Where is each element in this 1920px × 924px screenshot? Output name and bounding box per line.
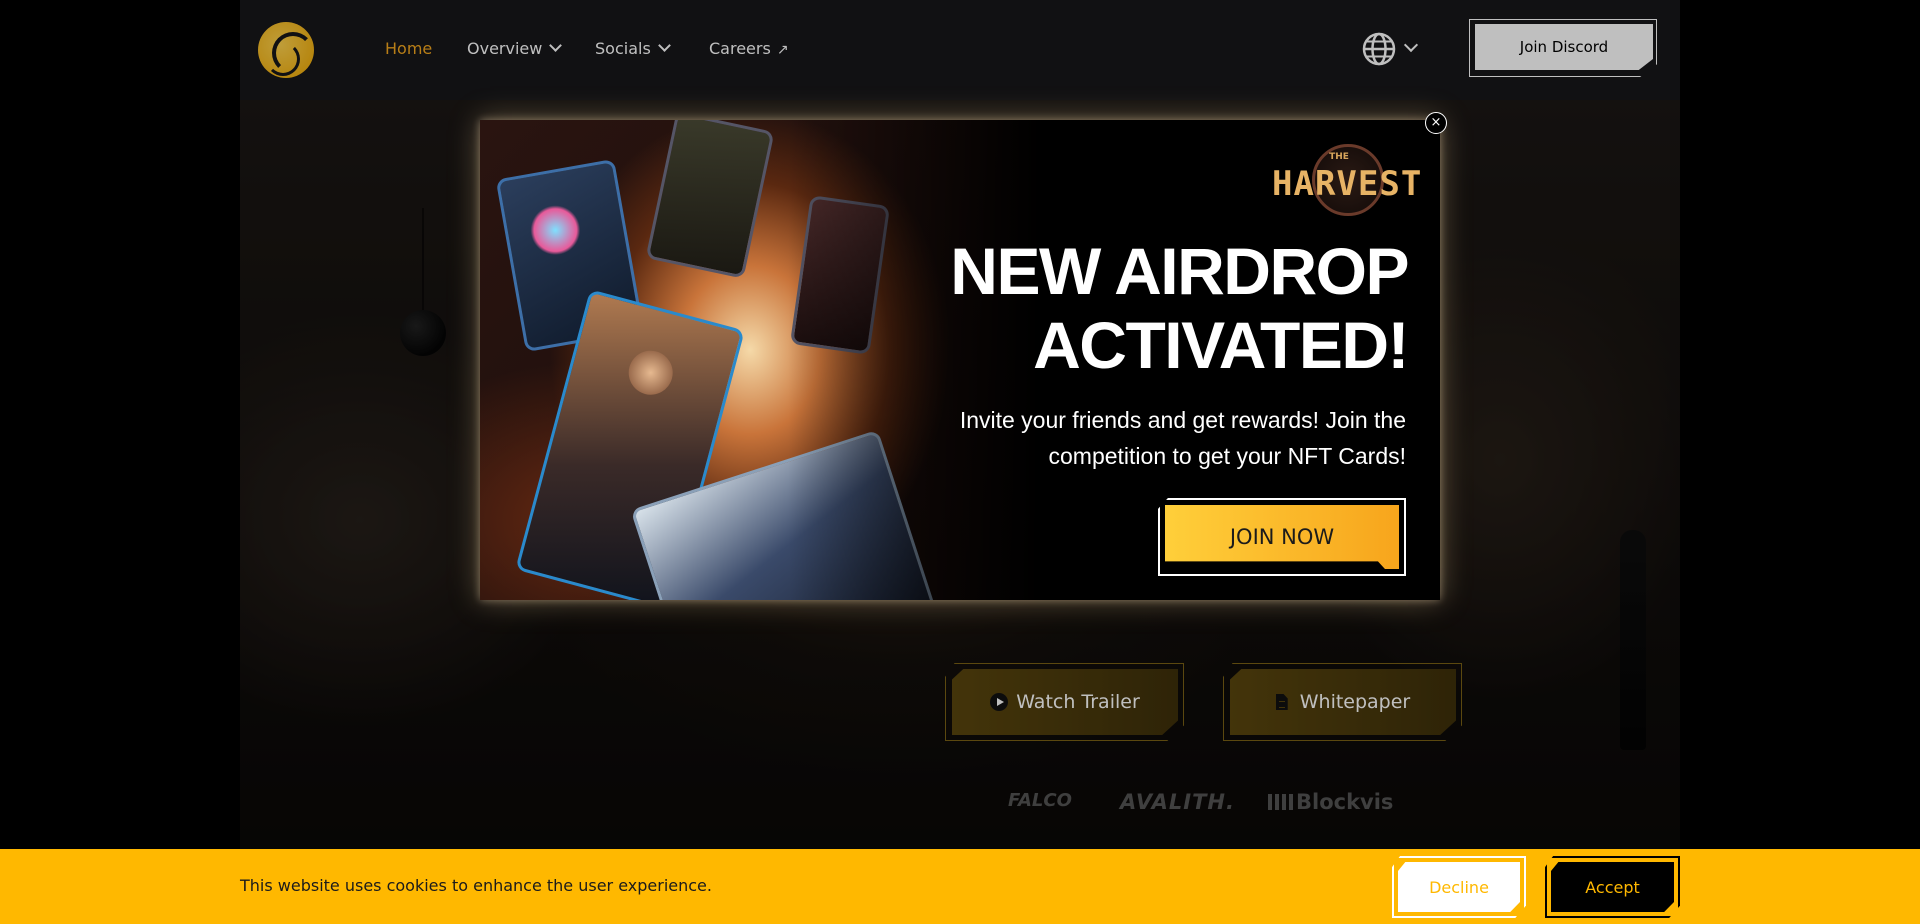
decline-button[interactable]: Decline — [1398, 862, 1520, 912]
harvest-logo-text: HARVEST — [1272, 164, 1423, 204]
popup-description: Invite your friends and get rewards! Joi… — [886, 402, 1406, 474]
popup-description-line-2: competition to get your NFT Cards! — [1048, 443, 1407, 469]
nft-card-image — [789, 195, 891, 355]
cookie-message: This website uses cookies to enhance the… — [240, 876, 712, 895]
join-now-button[interactable]: JOIN NOW — [1165, 505, 1399, 569]
airdrop-popup: THE HARVEST NEW AIRDROP ACTIVATED! Invit… — [480, 120, 1440, 600]
harvest-logo: THE HARVEST — [1272, 144, 1423, 220]
close-icon[interactable]: × — [1425, 112, 1447, 134]
popup-title-line-2: ACTIVATED! — [1033, 308, 1409, 382]
nft-card-image — [495, 158, 645, 353]
harvest-logo-the: THE — [1329, 152, 1349, 162]
nft-card-image — [515, 289, 745, 600]
cookie-banner: This website uses cookies to enhance the… — [0, 849, 1920, 924]
popup-description-line-1: Invite your friends and get rewards! Joi… — [959, 407, 1406, 433]
popup-title-line-1: NEW AIRDROP — [950, 234, 1409, 308]
accept-button[interactable]: Accept — [1551, 862, 1674, 912]
nft-card-image — [645, 120, 775, 279]
popup-title: NEW AIRDROP ACTIVATED! — [888, 234, 1409, 382]
